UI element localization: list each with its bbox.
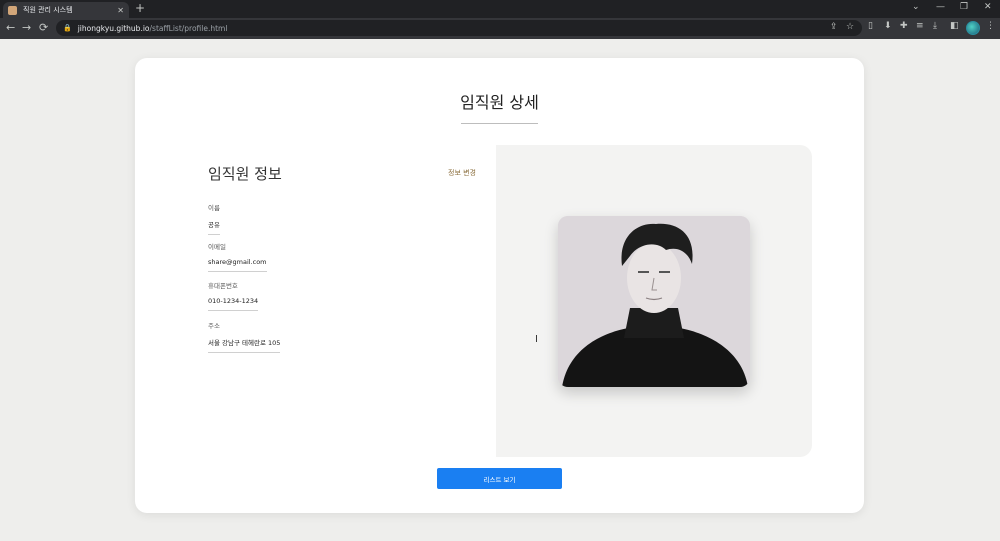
name-value: 공유	[208, 219, 220, 235]
url-host: jihongkyu.github.io	[77, 23, 150, 33]
portrait-image	[558, 216, 750, 387]
reading-list-icon[interactable]: ≡	[916, 21, 924, 31]
address-bar[interactable]: 🔒 jihongkyu.github.io /staffList/profile…	[56, 20, 862, 36]
mouse-cursor-icon: I	[535, 334, 538, 345]
maximize-icon[interactable]: ❐	[960, 2, 968, 12]
address-value: 서울 강남구 테헤란로 105	[208, 337, 281, 353]
url-path: /staffList/profile.html	[149, 23, 228, 33]
photo-panel: I	[496, 145, 812, 457]
address-label: 주소	[208, 322, 220, 330]
browser-tab[interactable]: 직원 관리 시스템 ✕	[3, 2, 129, 18]
section-title: 임직원 정보	[208, 165, 282, 183]
title-divider	[461, 123, 538, 124]
email-label: 이메일	[208, 243, 226, 251]
share-icon[interactable]: ⇪	[830, 22, 838, 32]
window-close-icon[interactable]: ✕	[984, 2, 992, 12]
profile-avatar[interactable]	[966, 21, 980, 35]
page-title: 임직원 상세	[460, 93, 539, 112]
tab-title: 직원 관리 시스템	[23, 6, 73, 14]
lock-icon: 🔒	[63, 24, 72, 32]
profile-card: 임직원 상세 임직원 정보 정보 변경 이름 공유 이메일 share@gmai…	[135, 58, 864, 513]
phone-value: 010-1234-1234	[208, 297, 259, 311]
puzzle-icon[interactable]: ✚	[900, 21, 908, 31]
download-ext-icon[interactable]: ⬇	[884, 21, 892, 31]
browser-tab-strip: 직원 관리 시스템 ✕ + ⌄ — ❐ ✕	[0, 0, 1000, 18]
email-value: share@gmail.com	[208, 258, 267, 272]
favicon-icon	[8, 5, 17, 15]
side-panel-icon[interactable]: ◧	[950, 21, 959, 31]
minimize-icon[interactable]: —	[936, 2, 945, 12]
name-label: 이름	[208, 204, 220, 212]
tab-close-icon[interactable]: ✕	[117, 6, 124, 15]
profile-photo	[558, 216, 750, 387]
back-icon[interactable]: ←	[6, 21, 15, 34]
edit-info-link[interactable]: 정보 변경	[448, 168, 476, 178]
reload-icon[interactable]: ⟳	[39, 21, 48, 34]
extension-icon[interactable]: ▯	[868, 21, 873, 31]
tab-list-icon[interactable]: ⌄	[912, 2, 920, 12]
browser-toolbar: ← → ⟳ 🔒 jihongkyu.github.io /staffList/p…	[0, 18, 1000, 39]
list-view-button[interactable]: 리스트 보기	[437, 468, 562, 489]
phone-label: 휴대폰번호	[208, 282, 238, 290]
menu-icon[interactable]: ⋮	[986, 21, 995, 31]
forward-icon[interactable]: →	[22, 21, 31, 34]
new-tab-icon[interactable]: +	[135, 1, 145, 15]
bookmark-star-icon[interactable]: ☆	[846, 22, 854, 32]
downloads-icon[interactable]: ⤓	[933, 21, 937, 31]
